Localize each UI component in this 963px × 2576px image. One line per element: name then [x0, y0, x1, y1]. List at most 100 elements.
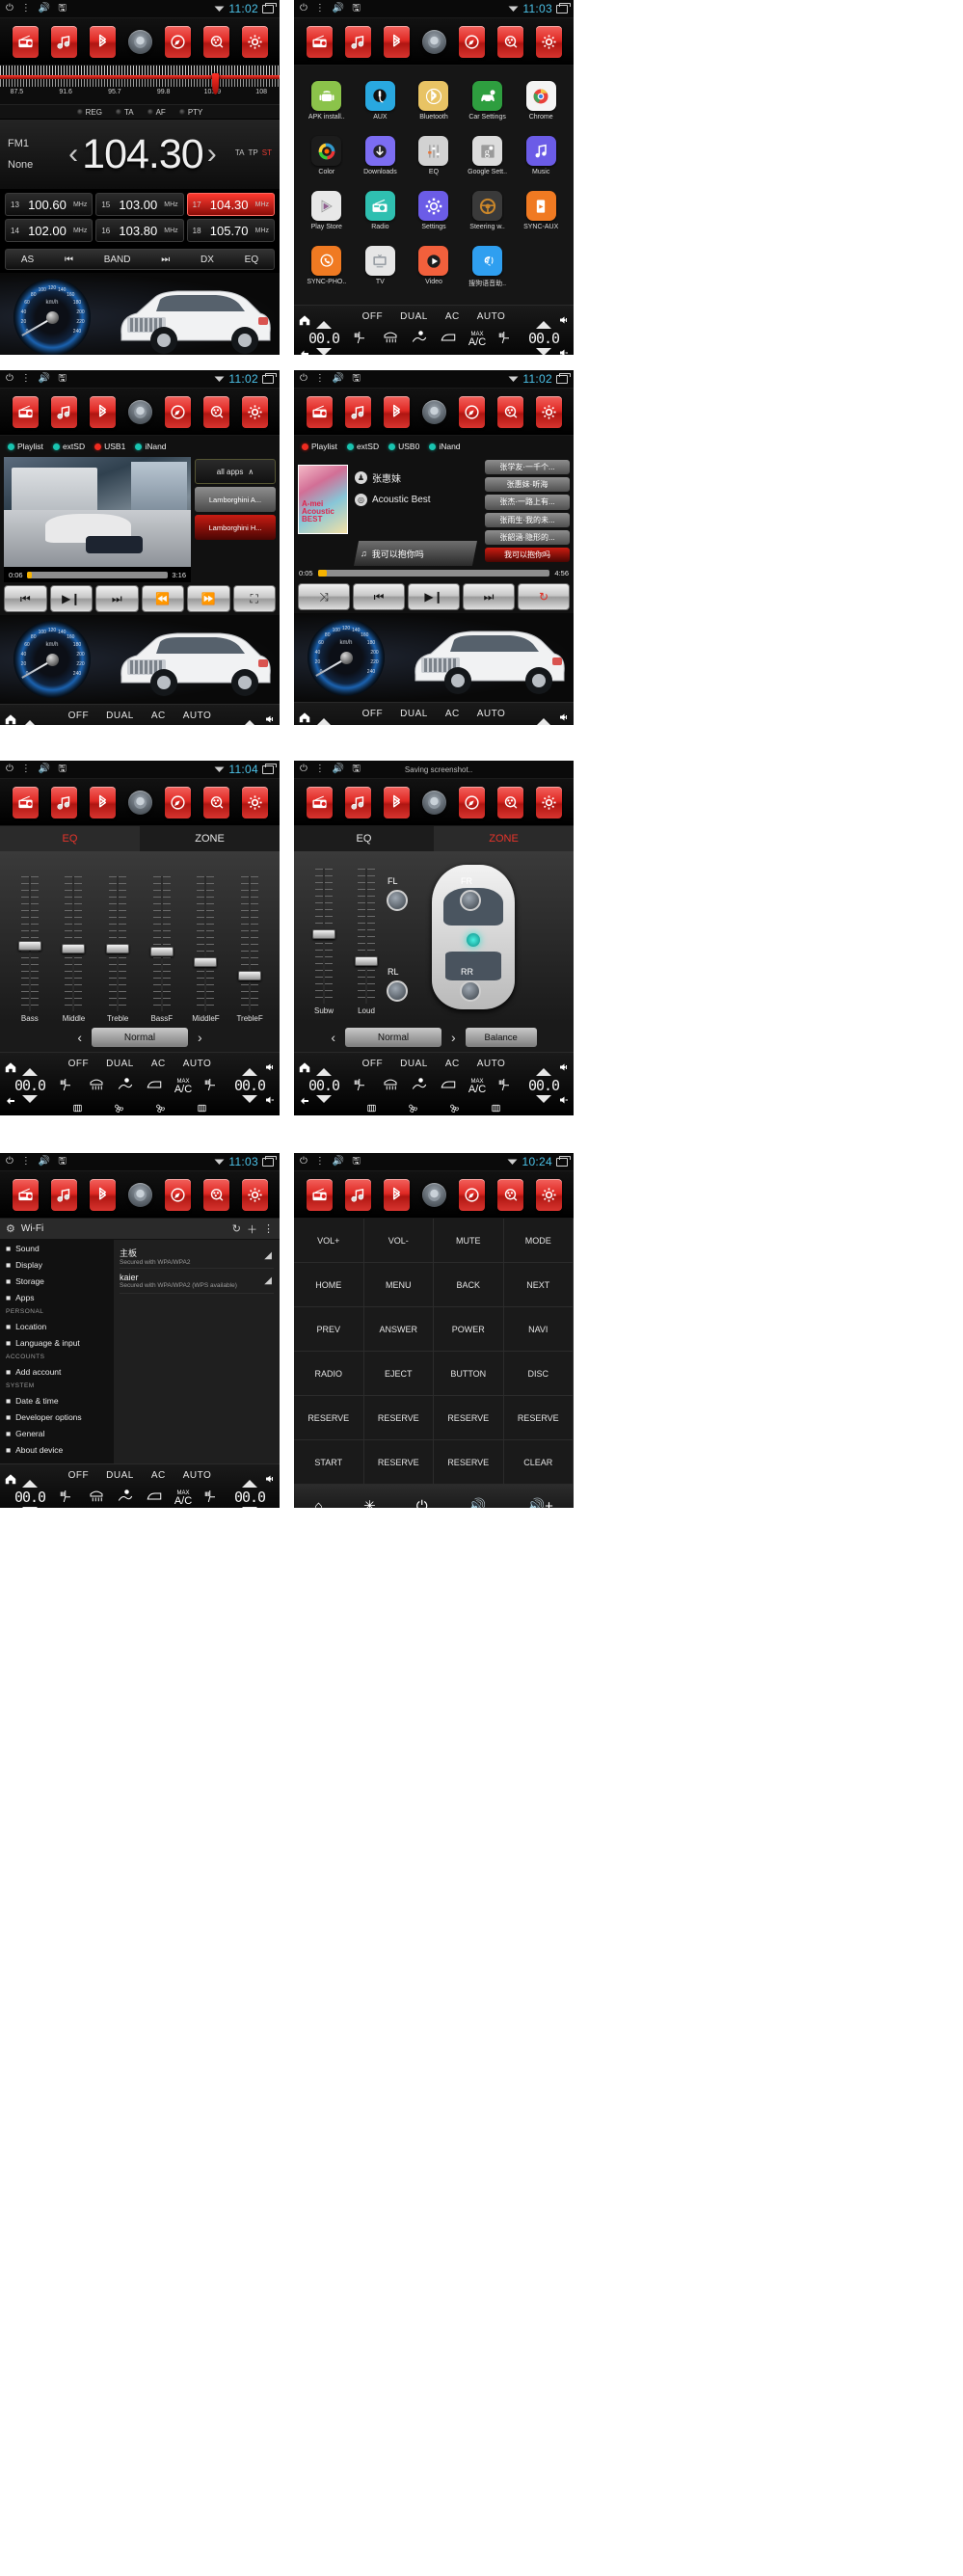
temp-up-right-button[interactable]	[536, 717, 551, 725]
climate-ac-button[interactable]: AC	[445, 311, 460, 322]
video-area[interactable]: 0:06 3:16	[4, 457, 191, 582]
app-item-eq[interactable]: EQ	[407, 136, 461, 191]
app-item-google-sett--[interactable]: g Google Sett..	[461, 136, 515, 191]
ac-max-label[interactable]: MAX A/C	[468, 1079, 486, 1095]
windshield-vent-icon[interactable]	[440, 329, 457, 351]
seat-heat-icon[interactable]	[59, 1488, 76, 1509]
toolbar-power-button[interactable]	[127, 790, 152, 815]
preset-button[interactable]: 14 102.00 MHz	[5, 219, 94, 242]
recent-apps-icon[interactable]	[556, 2, 571, 13]
prev-track-button[interactable]: ⏮	[353, 583, 405, 610]
eq-slider-knob[interactable]	[106, 944, 130, 953]
toolbar-radio-button[interactable]	[306, 1178, 333, 1211]
play-pause-button[interactable]: ▶❙	[49, 585, 93, 612]
eq-slider-treblef[interactable]	[238, 876, 262, 1011]
video-seek-bar[interactable]	[26, 571, 169, 578]
eq-slider-knob[interactable]	[62, 944, 86, 953]
source-extsd[interactable]: extSD	[346, 442, 379, 451]
temp-up-right-button[interactable]	[242, 719, 257, 725]
eq-slider-knob[interactable]	[149, 946, 174, 956]
app-item-aux[interactable]: AUX	[354, 81, 408, 136]
temp-down-right-button[interactable]	[536, 347, 551, 355]
toolbar-navigation-button[interactable]	[164, 1178, 191, 1211]
app-item-apk-install--[interactable]: APK install..	[300, 81, 354, 136]
toolbar-navigation-button[interactable]	[164, 395, 191, 428]
home-icon[interactable]: ⌂	[314, 1498, 323, 1509]
key-back[interactable]: BACK	[434, 1263, 504, 1307]
shuffle-button[interactable]: ⤨	[298, 583, 350, 610]
toolbar-bluetooth-button[interactable]	[383, 25, 410, 58]
climate-ac-button[interactable]: AC	[151, 1470, 166, 1481]
toolbar-music-button[interactable]	[50, 395, 77, 428]
tab-eq[interactable]: EQ	[0, 826, 140, 851]
toolbar-settings-button[interactable]	[241, 786, 268, 818]
max-defrost-icon[interactable]	[88, 1488, 105, 1509]
fan-icon-1[interactable]	[407, 355, 419, 356]
key-reserve[interactable]: RESERVE	[434, 1440, 504, 1485]
seat-heat-right-icon[interactable]	[203, 1488, 221, 1509]
temp-up-left-button[interactable]	[22, 719, 38, 725]
app-item-car-settings[interactable]: Car Settings	[461, 81, 515, 136]
recent-apps-icon[interactable]	[262, 372, 277, 384]
toolbar-power-button[interactable]	[127, 399, 152, 424]
climate-off-button[interactable]: OFF	[362, 311, 384, 322]
zone-preset-display[interactable]: Normal	[345, 1028, 441, 1047]
toolbar-music-button[interactable]	[344, 1178, 371, 1211]
zone-slider-knob[interactable]	[355, 956, 378, 966]
face-vent-icon[interactable]	[117, 1076, 134, 1098]
next-station-button[interactable]: ›	[207, 140, 217, 169]
key-vol[interactable]: VOL-	[363, 1219, 434, 1263]
power-icon[interactable]: ⏻	[416, 1498, 428, 1509]
source-extsd[interactable]: extSD	[52, 442, 85, 451]
speaker-fl[interactable]	[387, 890, 408, 911]
toolbar-settings-button[interactable]	[241, 395, 268, 428]
playlist-item[interactable]: 张雨生·我的未...	[485, 512, 570, 527]
fan-icon-2[interactable]	[154, 1102, 167, 1116]
toolbar-bluetooth-button[interactable]	[89, 395, 116, 428]
settings-item-about-device[interactable]: ■ About device	[0, 1441, 114, 1458]
playlist-item[interactable]: 我可以抱你吗	[485, 547, 570, 563]
ac-max-label[interactable]: MAX A/C	[174, 1490, 192, 1507]
temp-up-right-button[interactable]	[536, 320, 551, 329]
source-usb1[interactable]: USB1	[94, 442, 125, 451]
toolbar-video-button[interactable]	[496, 395, 523, 428]
toolbar-settings-button[interactable]	[241, 25, 268, 58]
refresh-icon[interactable]: ↻	[232, 1222, 241, 1235]
temp-down-right-button[interactable]	[242, 1094, 257, 1103]
toolbar-video-button[interactable]	[202, 1178, 229, 1211]
settings-item-apps[interactable]: ■ Apps	[0, 1289, 114, 1305]
toolbar-radio-button[interactable]	[12, 395, 39, 428]
key-reserve[interactable]: RESERVE	[363, 1396, 434, 1440]
play-pause-button[interactable]: ▶❙	[408, 583, 460, 610]
radio-eq-button[interactable]: EQ	[245, 255, 258, 265]
radio-band-button[interactable]: BAND	[104, 255, 131, 265]
rds-ta-toggle[interactable]: TA	[115, 108, 134, 117]
key-reserve[interactable]: RESERVE	[363, 1440, 434, 1485]
key-reserve[interactable]: RESERVE	[503, 1396, 574, 1440]
prev-track-button[interactable]: ⏮	[4, 585, 47, 612]
toolbar-navigation-button[interactable]	[164, 25, 191, 58]
rds-reg-toggle[interactable]: REG	[76, 108, 102, 117]
key-disc[interactable]: DISC	[503, 1352, 574, 1396]
zone-slider-knob[interactable]	[312, 929, 335, 939]
recent-apps-icon[interactable]	[262, 763, 277, 774]
rds-pty-toggle[interactable]: PTY	[178, 108, 202, 117]
temp-up-left-button[interactable]	[22, 1479, 38, 1488]
rewind-button[interactable]: ⏪	[141, 585, 184, 612]
app-item-settings[interactable]: Settings	[407, 191, 461, 246]
fast-forward-button[interactable]: ⏩	[187, 585, 230, 612]
seat-heat-icon[interactable]	[59, 1076, 76, 1098]
key-answer[interactable]: ANSWER	[363, 1307, 434, 1352]
tab-zone[interactable]: ZONE	[434, 826, 574, 851]
app-item-play-store[interactable]: Play Store	[300, 191, 354, 246]
app-item-video[interactable]: Video	[407, 246, 461, 301]
toolbar-music-button[interactable]	[344, 25, 371, 58]
snowflake-icon[interactable]: ✳	[363, 1497, 376, 1508]
radio-dx-button[interactable]: DX	[201, 255, 214, 265]
eq-slider-middlef[interactable]	[194, 876, 218, 1011]
key-eject[interactable]: EJECT	[363, 1352, 434, 1396]
fan-icon-2[interactable]	[448, 1102, 461, 1116]
preset-button[interactable]: 13 100.60 MHz	[5, 193, 94, 216]
key-clear[interactable]: CLEAR	[503, 1440, 574, 1485]
repeat-button[interactable]: ↻	[518, 583, 570, 610]
